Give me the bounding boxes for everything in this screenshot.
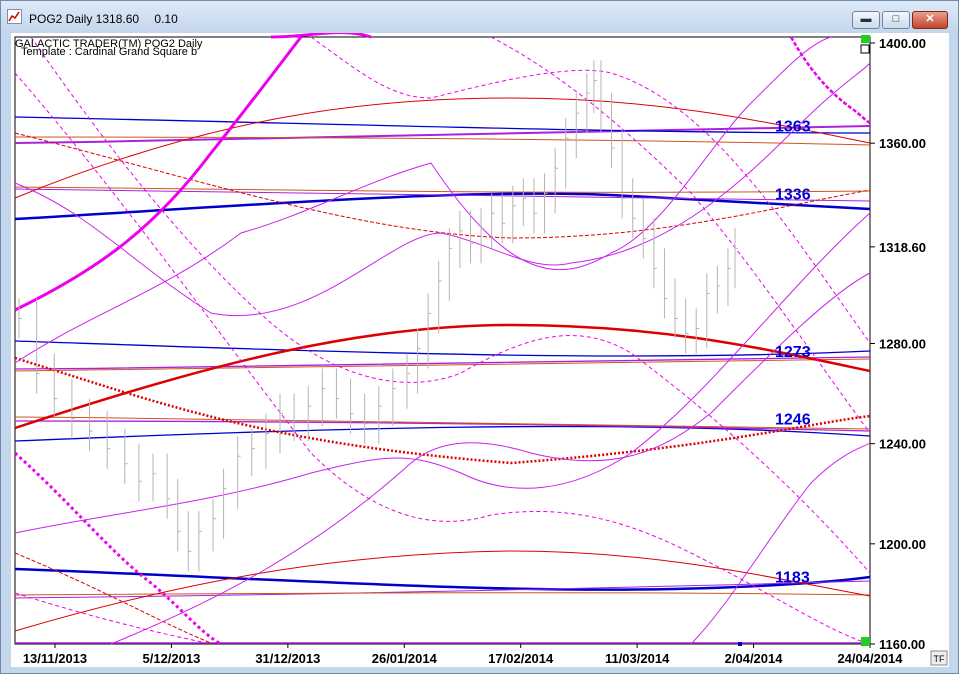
x-tick-label: 11/03/2014 bbox=[605, 651, 670, 666]
level-label: 1273 bbox=[775, 344, 811, 361]
x-tick-label: 13/11/2013 bbox=[23, 651, 87, 666]
chart-area[interactable]: 1400.00 1360.00 1318.60 1280.00 1240.00 1200.… bbox=[11, 31, 949, 667]
x-tick-label: 26/01/2014 bbox=[372, 651, 438, 666]
y-tick-label: 1200.00 bbox=[879, 537, 926, 552]
window-title-change: 0.10 bbox=[154, 12, 178, 26]
window-title: POG2 Daily 1318.60 0.10 bbox=[29, 12, 190, 26]
level-label: 1183 bbox=[775, 569, 810, 586]
x-tick-label: 2/04/2014 bbox=[725, 651, 784, 666]
chart-app-icon[interactable] bbox=[7, 9, 22, 24]
status-marker-bottom bbox=[861, 637, 870, 646]
y-tick-label: 1360.00 bbox=[879, 136, 926, 151]
x-tick-label: 31/12/2013 bbox=[255, 651, 320, 666]
level-label: 1246 bbox=[775, 412, 811, 429]
tf-label: TF bbox=[934, 654, 945, 664]
minimize-button[interactable]: ▬ bbox=[852, 11, 880, 29]
level-label: 1363 bbox=[775, 119, 811, 136]
y-tick-label: 1160.00 bbox=[879, 637, 925, 652]
y-tick-label: 1240.00 bbox=[879, 437, 926, 452]
maximize-button[interactable]: □ bbox=[882, 11, 910, 29]
scroll-marker-icon[interactable] bbox=[860, 44, 870, 54]
current-bar-marker bbox=[738, 642, 742, 646]
x-tick-label: 24/04/2014 bbox=[837, 651, 903, 666]
y-tick-label: 1318.60 bbox=[879, 240, 926, 255]
y-tick-label: 1400.00 bbox=[879, 36, 926, 51]
price-chart[interactable]: 1400.00 1360.00 1318.60 1280.00 1240.00 1200.… bbox=[11, 31, 949, 667]
chart-window: POG2 Daily 1318.60 0.10 ▬ □ ✕ 1400.00 13… bbox=[0, 0, 959, 674]
close-button[interactable]: ✕ bbox=[912, 11, 948, 29]
chart-header-line2: Template : Cardinal Grand Square b bbox=[21, 46, 197, 58]
status-marker-top bbox=[861, 35, 870, 43]
x-tick-label: 17/02/2014 bbox=[488, 651, 554, 666]
level-label: 1336 bbox=[775, 186, 811, 203]
title-bar[interactable]: POG2 Daily 1318.60 0.10 ▬ □ ✕ bbox=[1, 1, 958, 33]
y-tick-label: 1280.00 bbox=[879, 337, 926, 352]
x-tick-label: 5/12/2013 bbox=[143, 651, 201, 666]
window-title-symbol: POG2 Daily 1318.60 bbox=[29, 12, 140, 26]
